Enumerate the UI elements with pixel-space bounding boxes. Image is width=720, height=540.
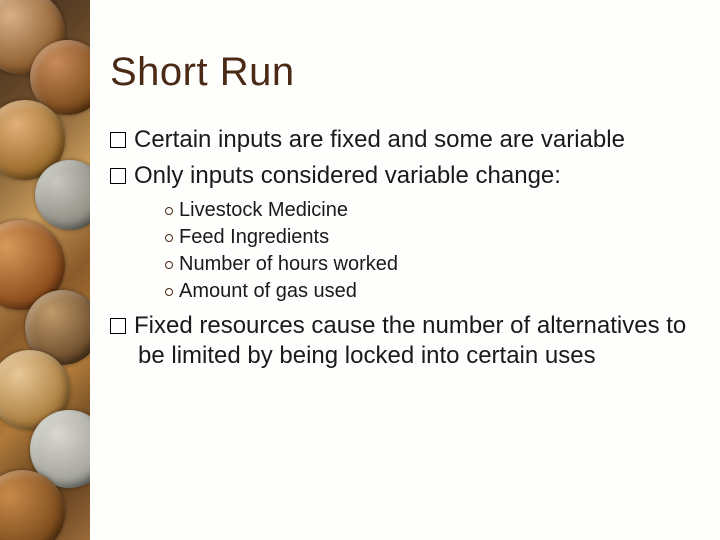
sub-bullet-item: Feed Ingredients (165, 224, 690, 251)
checkbox-icon (110, 168, 126, 184)
coin-decor (35, 160, 90, 230)
slide-content: Short Run Certain inputs are fixed and s… (110, 50, 690, 377)
checkbox-icon (110, 132, 126, 148)
slide-title: Short Run (110, 50, 690, 95)
ring-bullet-icon (165, 261, 173, 269)
sub-bullet-item: Amount of gas used (165, 278, 690, 305)
sub-bullet-text: Number of hours worked (179, 253, 398, 275)
ring-bullet-icon (165, 288, 173, 296)
bullet-item: Only inputs considered variable change: (110, 161, 690, 191)
sub-bullet-text: Feed Ingredients (179, 226, 329, 248)
slide: Short Run Certain inputs are fixed and s… (0, 0, 720, 540)
checkbox-icon (110, 318, 126, 334)
sub-bullet-item: Livestock Medicine (165, 197, 690, 224)
ring-bullet-icon (165, 207, 173, 215)
sub-bullet-list: Livestock Medicine Feed Ingredients Numb… (165, 197, 690, 305)
sub-bullet-item: Number of hours worked (165, 251, 690, 278)
bullet-item: Fixed resources cause the number of alte… (110, 311, 690, 371)
bullet-text: Fixed resources cause the number of alte… (134, 312, 686, 369)
bullet-text: Only inputs considered variable change: (134, 162, 561, 189)
bullet-text: Certain inputs are fixed and some are va… (134, 126, 625, 153)
decorative-coin-strip (0, 0, 90, 540)
sub-bullet-text: Amount of gas used (179, 280, 357, 302)
sub-bullet-text: Livestock Medicine (179, 199, 348, 221)
bullet-item: Certain inputs are fixed and some are va… (110, 125, 690, 155)
ring-bullet-icon (165, 234, 173, 242)
